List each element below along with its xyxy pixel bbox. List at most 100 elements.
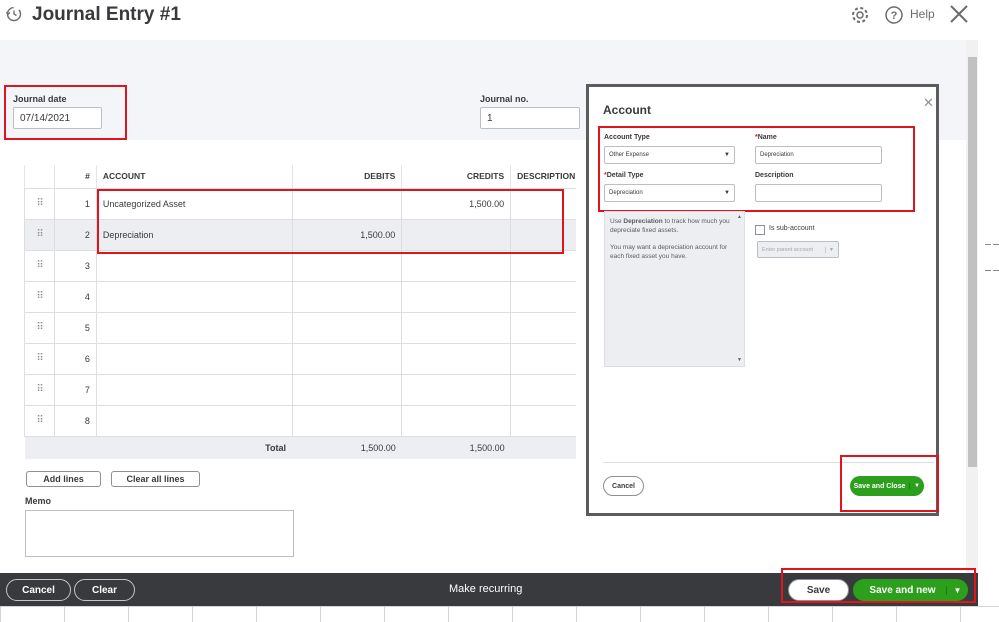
dialog-close-icon[interactable]: ✕ bbox=[923, 95, 934, 111]
sub-account-checkbox[interactable] bbox=[755, 225, 765, 235]
memo-label: Memo bbox=[25, 496, 52, 506]
save-buttons-highlight bbox=[781, 568, 976, 603]
page-title: Journal Entry #1 bbox=[32, 4, 181, 25]
dropdown-caret-icon: ▼ bbox=[724, 152, 730, 158]
journal-no-input[interactable]: 1 bbox=[480, 107, 580, 129]
description-cell[interactable] bbox=[510, 342, 576, 375]
clear-all-lines-button[interactable]: Clear all lines bbox=[111, 471, 200, 487]
col-credits: CREDITS bbox=[401, 165, 512, 189]
col-debits: DEBITS bbox=[291, 165, 403, 189]
rows-highlight bbox=[97, 189, 564, 254]
debits-cell[interactable] bbox=[291, 280, 403, 313]
drag-handle-icon[interactable]: ⠿ bbox=[24, 311, 55, 344]
table-row[interactable]: ⠿ 8 bbox=[24, 404, 576, 437]
credits-cell[interactable] bbox=[401, 404, 512, 437]
row-number: 4 bbox=[53, 280, 97, 313]
row-number: 5 bbox=[53, 311, 97, 344]
table-row[interactable]: ⠿ 3 bbox=[24, 249, 576, 282]
parent-account-select: Enter parent account ▼ bbox=[757, 241, 839, 258]
row-number: 8 bbox=[53, 404, 97, 437]
panel-scroll-up-icon[interactable]: ▲ bbox=[737, 214, 742, 221]
account-cell[interactable] bbox=[95, 311, 293, 344]
description-cell[interactable] bbox=[510, 249, 576, 282]
row-number: 7 bbox=[53, 373, 97, 406]
account-cell[interactable] bbox=[95, 342, 293, 375]
table-row[interactable]: ⠿ 7 bbox=[24, 373, 576, 406]
credits-cell[interactable] bbox=[401, 373, 512, 406]
debits-cell[interactable] bbox=[291, 342, 403, 375]
journal-date-input[interactable]: 07/14/2021 bbox=[13, 107, 102, 129]
drag-handle-icon[interactable]: ⠿ bbox=[24, 373, 55, 406]
svg-text:?: ? bbox=[891, 10, 898, 22]
sub-account-label: Is sub-account bbox=[769, 225, 815, 232]
add-lines-button[interactable]: Add lines bbox=[26, 471, 101, 487]
account-cell[interactable] bbox=[95, 280, 293, 313]
credits-cell[interactable] bbox=[401, 249, 512, 282]
dialog-title: Account bbox=[603, 103, 651, 117]
description-cell[interactable] bbox=[510, 404, 576, 437]
account-cell[interactable] bbox=[95, 249, 293, 282]
account-cell[interactable] bbox=[95, 373, 293, 406]
table-header-row: # ACCOUNT DEBITS CREDITS DESCRIPTION bbox=[24, 165, 576, 189]
drag-handle-icon[interactable]: ⠿ bbox=[24, 280, 55, 313]
account-dialog: Account ✕ Account Type Other Expense ▼ *… bbox=[586, 84, 939, 516]
panel-scroll-down-icon[interactable]: ▼ bbox=[737, 357, 742, 364]
chevron-down-icon[interactable]: ▼ bbox=[909, 483, 924, 489]
history-icon[interactable] bbox=[5, 5, 23, 23]
col-description: DESCRIPTION bbox=[510, 165, 576, 189]
scrollbar-thumb[interactable] bbox=[968, 57, 977, 467]
detail-type-label-text: Detail Type bbox=[606, 172, 644, 179]
clear-button[interactable]: Clear bbox=[74, 579, 135, 601]
name-label-text: Name bbox=[757, 134, 777, 141]
description-cell[interactable] bbox=[510, 373, 576, 406]
table-row[interactable]: ⠿ 4 bbox=[24, 280, 576, 313]
help-text-2: You may want a depreciation account for … bbox=[610, 243, 728, 261]
table-row[interactable]: ⠿ 5 bbox=[24, 311, 576, 344]
col-account: ACCOUNT bbox=[95, 165, 293, 189]
description-cell[interactable] bbox=[510, 280, 576, 313]
memo-textarea[interactable] bbox=[25, 510, 294, 557]
debits-cell[interactable] bbox=[291, 249, 403, 282]
account-type-value: Other Expense bbox=[609, 152, 650, 158]
drag-handle-icon[interactable]: ⠿ bbox=[24, 218, 55, 251]
credits-cell[interactable] bbox=[401, 342, 512, 375]
debits-cell[interactable] bbox=[291, 404, 403, 437]
cancel-button[interactable]: Cancel bbox=[6, 579, 71, 601]
gear-icon[interactable] bbox=[850, 5, 870, 25]
drag-handle-icon[interactable]: ⠿ bbox=[24, 404, 55, 437]
close-icon[interactable] bbox=[949, 4, 969, 24]
dropdown-caret-icon: ▼ bbox=[825, 246, 834, 253]
parent-account-placeholder: Enter parent account bbox=[762, 246, 814, 253]
credits-cell[interactable] bbox=[401, 280, 512, 313]
debits-cell[interactable] bbox=[291, 311, 403, 344]
drag-handle-icon[interactable]: ⠿ bbox=[24, 249, 55, 282]
dialog-cancel-button[interactable]: Cancel bbox=[603, 476, 644, 496]
col-drag bbox=[24, 165, 55, 189]
detail-type-label: *Detail Type bbox=[604, 172, 644, 179]
name-input[interactable]: Depreciation bbox=[755, 146, 882, 164]
credits-cell[interactable] bbox=[401, 311, 512, 344]
detail-type-select[interactable]: Depreciation ▼ bbox=[604, 184, 735, 202]
help-icon[interactable]: ? bbox=[884, 5, 904, 25]
dropdown-caret-icon: ▼ bbox=[724, 190, 730, 196]
account-type-select[interactable]: Other Expense ▼ bbox=[604, 146, 735, 164]
debits-cell[interactable] bbox=[291, 373, 403, 406]
description-label: Description bbox=[755, 172, 794, 179]
spreadsheet-grid bbox=[0, 606, 999, 622]
save-and-close-button[interactable]: Save and Close ▼ bbox=[850, 476, 924, 496]
description-input[interactable] bbox=[755, 184, 882, 202]
drag-handle-icon[interactable]: ⠿ bbox=[24, 342, 55, 375]
account-type-label: Account Type bbox=[604, 134, 650, 141]
description-cell[interactable] bbox=[510, 311, 576, 344]
total-row: Total 1,500.00 1,500.00 bbox=[24, 436, 576, 459]
help-link[interactable]: Help bbox=[910, 7, 935, 21]
drag-handle-icon[interactable]: ⠿ bbox=[24, 187, 55, 220]
total-credits: 1,500.00 bbox=[401, 436, 511, 459]
row-number: 2 bbox=[53, 218, 97, 251]
table-row[interactable]: ⠿ 6 bbox=[24, 342, 576, 375]
detail-type-value: Depreciation bbox=[609, 190, 643, 196]
detail-help-panel: Use Depreciation to track how much you d… bbox=[604, 211, 745, 367]
make-recurring-link[interactable]: Make recurring bbox=[449, 583, 522, 595]
account-cell[interactable] bbox=[95, 404, 293, 437]
journal-no-label: Journal no. bbox=[480, 94, 529, 104]
